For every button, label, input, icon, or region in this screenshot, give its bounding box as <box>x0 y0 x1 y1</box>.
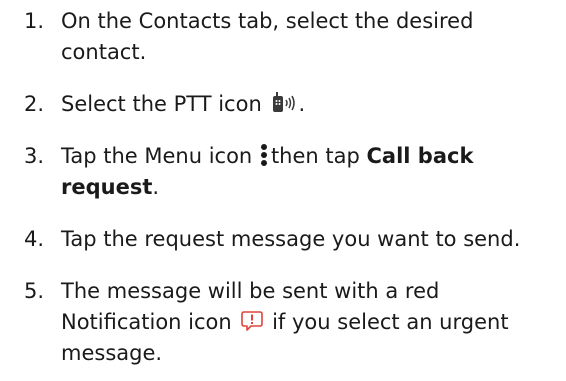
step-text: On the Contacts tab, select the desired … <box>61 9 474 64</box>
more-vertical-icon <box>260 143 268 167</box>
step-3: 3. Tap the Menu icon then tap Call back … <box>24 141 560 203</box>
step-number: 5. <box>24 279 45 303</box>
step-text-before: Select the PTT icon <box>61 92 262 116</box>
step-number: 4. <box>24 227 45 251</box>
instruction-steps: 1. On the Contacts tab, select the desir… <box>24 6 560 369</box>
step-text: Tap the request message you want to send… <box>61 227 521 251</box>
step-text-after: . <box>152 175 160 199</box>
step-text: Tap the Menu icon then tap Call back req… <box>61 141 560 203</box>
step-number: 1. <box>24 9 45 33</box>
step-text-before: Tap the Menu icon <box>61 144 253 168</box>
ptt-radio-icon <box>270 92 298 114</box>
step-number: 3. <box>24 144 45 168</box>
urgent-notification-icon <box>240 310 264 332</box>
step-text-middle: then tap <box>270 144 360 168</box>
step-1: 1. On the Contacts tab, select the desir… <box>24 6 560 68</box>
step-number: 2. <box>24 92 45 116</box>
step-2: 2. Select the PTT icon . <box>24 89 560 120</box>
step-text: The message will be sent with a red Noti… <box>61 276 560 369</box>
step-4: 4. Tap the request message you want to s… <box>24 224 560 255</box>
step-text: Select the PTT icon . <box>61 89 560 120</box>
step-5: 5. The message will be sent with a red N… <box>24 276 560 369</box>
step-text-after: . <box>298 92 306 116</box>
